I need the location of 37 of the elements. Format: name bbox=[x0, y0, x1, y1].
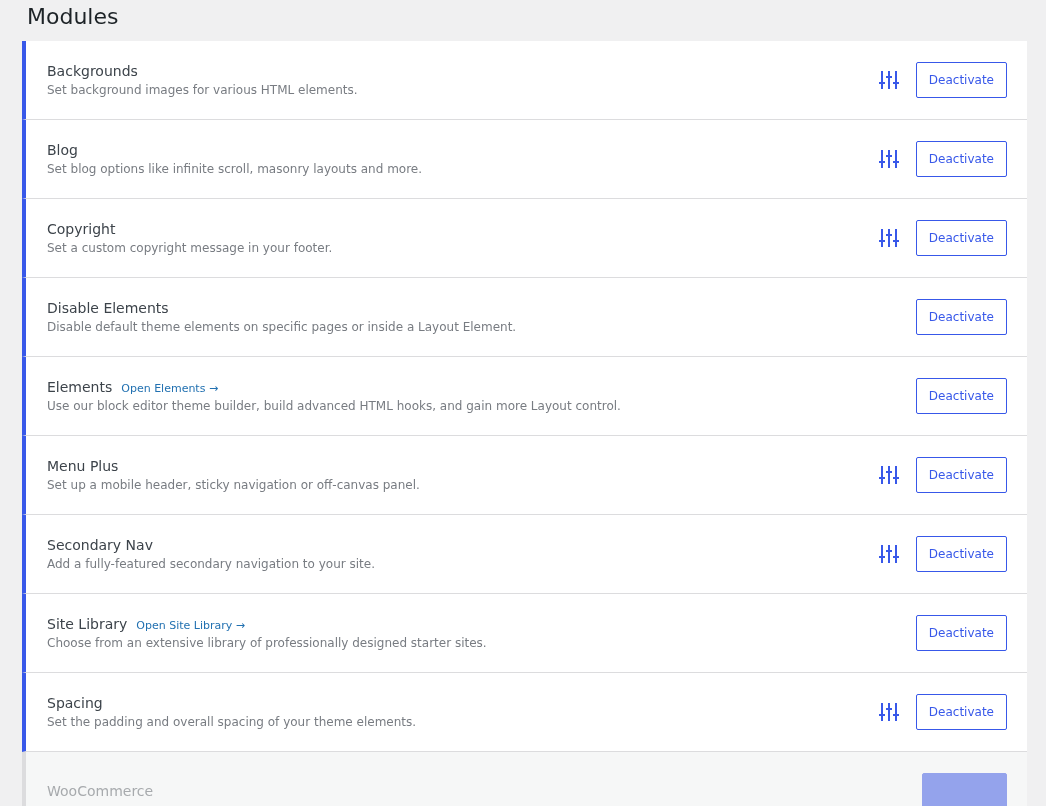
module-description: Set blog options like infinite scroll, masonry layouts and more. bbox=[47, 162, 424, 176]
settings-sliders-icon[interactable] bbox=[877, 702, 900, 722]
module-name: Copyright bbox=[47, 221, 116, 237]
deactivate-button[interactable]: Deactivate bbox=[915, 615, 1007, 651]
module-link[interactable]: Open Site Library → bbox=[136, 619, 245, 632]
settings-sliders-icon[interactable] bbox=[877, 149, 900, 169]
module-name: Elements bbox=[47, 379, 113, 395]
module-name: Blog bbox=[47, 142, 78, 158]
settings-sliders-icon[interactable] bbox=[877, 228, 900, 248]
deactivate-button[interactable]: Deactivate bbox=[915, 141, 1007, 177]
deactivate-button[interactable]: Deactivate bbox=[915, 62, 1007, 98]
deactivate-button[interactable]: Deactivate bbox=[915, 378, 1007, 414]
module-description: Use our block editor theme builder, build advanced HTML hooks, and gain more Layout control. bbox=[47, 399, 622, 413]
module-description: Disable default theme elements on specific pages or inside a Layout Element. bbox=[47, 320, 518, 334]
module-description: Set background images for various HTML elements. bbox=[47, 83, 359, 97]
module-description: Set the padding and overall spacing of your theme elements. bbox=[47, 715, 418, 729]
module-name: Spacing bbox=[47, 695, 103, 711]
module-description: Choose from an extensive library of professionally designed starter sites. bbox=[47, 636, 488, 650]
settings-sliders-icon[interactable] bbox=[877, 544, 900, 564]
module-name: Site Library bbox=[47, 616, 128, 632]
deactivate-button[interactable]: Deactivate bbox=[915, 694, 1007, 730]
module-name: Disable Elements bbox=[47, 300, 169, 316]
module-name: Menu Plus bbox=[47, 458, 119, 474]
module-description: Add a fully-featured secondary navigation to your site. bbox=[47, 557, 376, 571]
module-name: Backgrounds bbox=[47, 63, 138, 79]
deactivate-button[interactable]: Deactivate bbox=[915, 536, 1007, 572]
deactivate-button[interactable]: Deactivate bbox=[915, 299, 1007, 335]
settings-sliders-icon[interactable] bbox=[877, 465, 900, 485]
settings-sliders-icon[interactable] bbox=[877, 70, 900, 90]
deactivate-button[interactable]: Deactivate bbox=[915, 457, 1007, 493]
module-description: Set a custom copyright message in your footer. bbox=[47, 241, 334, 255]
module-description: Set up a mobile header, sticky navigation or off-canvas panel. bbox=[47, 478, 421, 492]
page-title: Modules bbox=[26, 3, 120, 31]
module-name: Secondary Nav bbox=[47, 537, 153, 553]
deactivate-button[interactable]: Deactivate bbox=[915, 220, 1007, 256]
module-link[interactable]: Open Elements → bbox=[121, 382, 219, 395]
module-name: WooCommerce bbox=[47, 783, 154, 799]
